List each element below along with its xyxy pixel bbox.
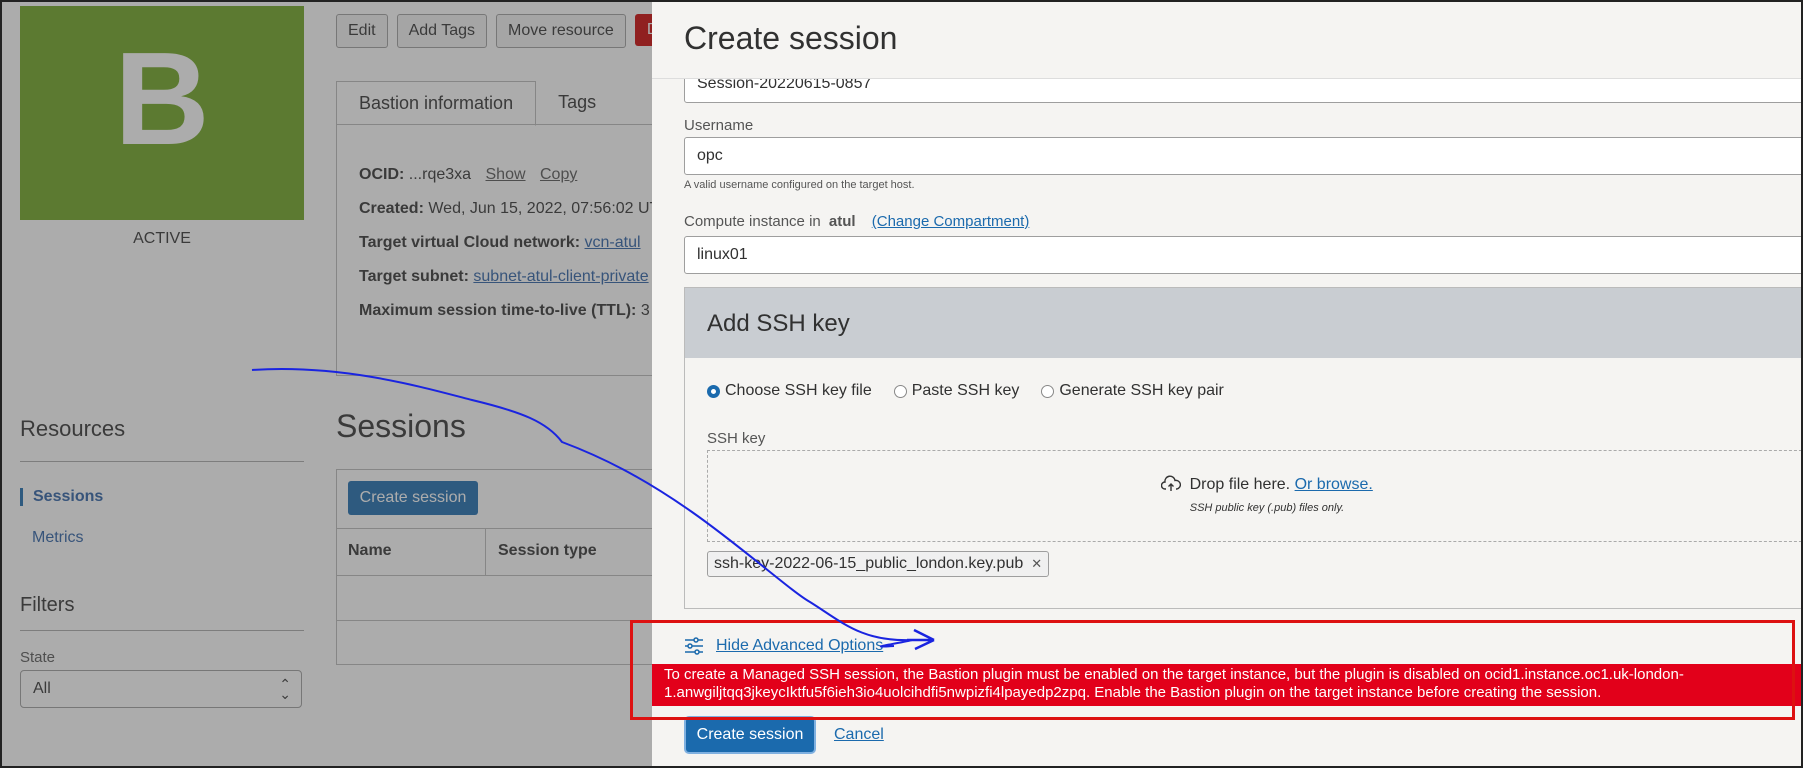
annotation-arrow xyxy=(251,368,935,651)
screenshot-frame: B ACTIVE Edit Add Tags Move resource D B… xyxy=(0,0,1803,768)
